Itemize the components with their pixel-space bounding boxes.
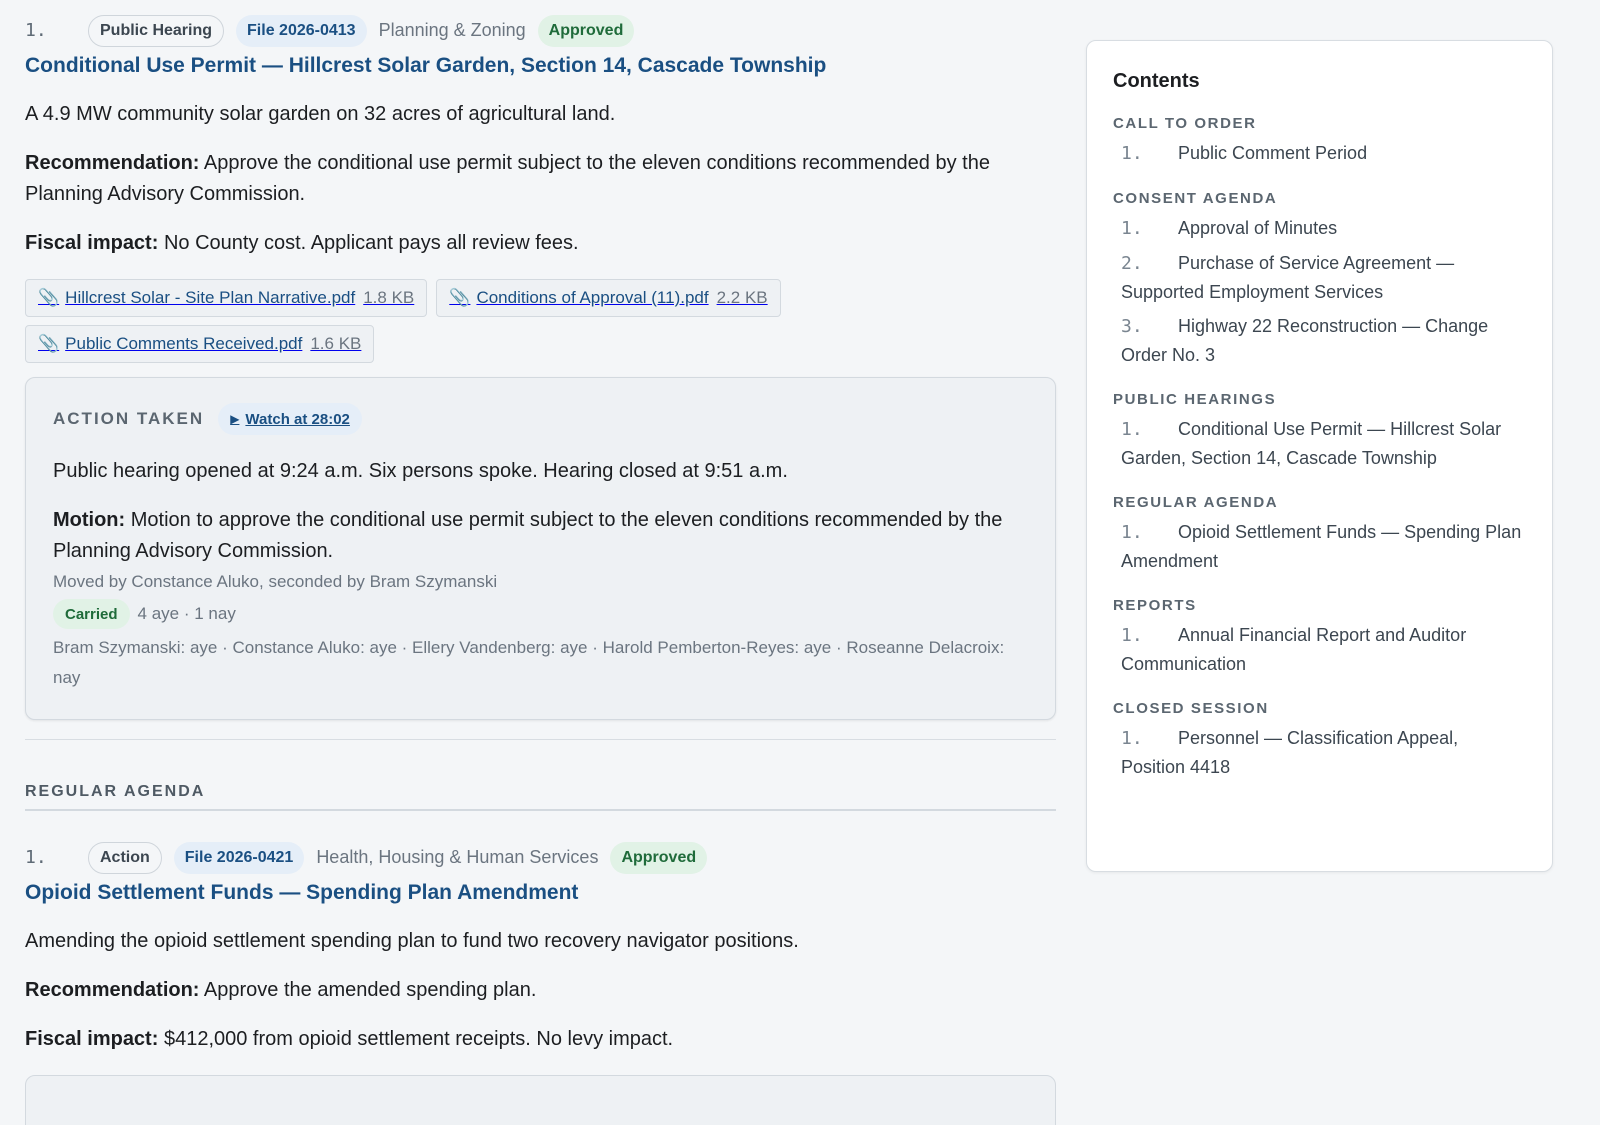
toc-entry-number: 2. bbox=[1121, 253, 1143, 274]
agenda-item: 1. Action File 2026-0421 Health, Housing… bbox=[25, 841, 1056, 1125]
toc-list: 1. Annual Financial Report and Auditor Co… bbox=[1113, 621, 1526, 678]
toc-section-heading: CLOSED SESSION bbox=[1113, 700, 1269, 717]
toc-section-heading: REGULAR AGENDA bbox=[1113, 494, 1279, 511]
toc-list: 1. Personnel — Classification Appeal, Pos… bbox=[1113, 724, 1526, 781]
motion-label: Motion: bbox=[53, 509, 126, 531]
recommendation-text: Approve the amended spending plan. bbox=[203, 979, 537, 1001]
toc-entry[interactable]: 2. Purchase of Service Agreement — Suppor… bbox=[1113, 249, 1526, 306]
attachments-list: 📎 Hillcrest Solar - Site Plan Narrative.… bbox=[25, 279, 825, 363]
fiscal-text: $412,000 from opioid settlement receipts… bbox=[163, 1028, 674, 1050]
toc-list: 1. Approval of Minutes 2. Purchase of Serv… bbox=[1113, 214, 1526, 369]
agenda-item: 1. Public Hearing File 2026-0413 Plannin… bbox=[25, 14, 1056, 720]
attachment-link[interactable]: 📎 Public Comments Received.pdf 1.6 KB bbox=[25, 325, 375, 363]
action-taken-panel: ACTION TAKEN ▶ Watch at 28:02 Public hea… bbox=[25, 377, 1056, 720]
toc-entry[interactable]: 3. Highway 22 Reconstruction — Change Ord… bbox=[1113, 312, 1526, 369]
item-recommendation: Recommendation: Approve the amended spen… bbox=[25, 975, 1056, 1006]
toc-entry[interactable]: 1. Public Comment Period bbox=[1113, 139, 1526, 168]
item-summary: A 4.9 MW community solar garden on 32 ac… bbox=[25, 103, 616, 125]
status-badge: Approved bbox=[537, 14, 635, 47]
toc-entry-text: Public Comment Period bbox=[1178, 143, 1368, 163]
item-summary: Amending the opioid settlement spending … bbox=[25, 930, 799, 952]
paperclip-icon: 📎 bbox=[38, 334, 60, 353]
toc-section-heading: REPORTS bbox=[1113, 597, 1197, 614]
contents-panel: Contents CALL TO ORDER 1. Public Comment … bbox=[1086, 40, 1553, 872]
paperclip-icon: 📎 bbox=[38, 288, 60, 307]
toc-entry-text: Approval of Minutes bbox=[1178, 218, 1338, 238]
attachment-name: Conditions of Approval (11).pdf bbox=[476, 288, 709, 307]
toc-list: 1. Opioid Settlement Funds — Spending Pla… bbox=[1113, 518, 1526, 575]
recommendation-label: Recommendation: bbox=[25, 152, 200, 174]
motion-body: Motion to approve the conditional use pe… bbox=[53, 509, 1003, 562]
attachment-link[interactable]: 📎 Conditions of Approval (11).pdf 2.2 KB bbox=[436, 279, 781, 317]
toc-entry[interactable]: 1. Approval of Minutes bbox=[1113, 214, 1526, 243]
recommendation-label: Recommendation: bbox=[25, 979, 200, 1001]
attachment-link[interactable]: 📎 Hillcrest Solar - Site Plan Narrative.… bbox=[25, 279, 428, 317]
item-number: 1. bbox=[25, 20, 47, 41]
item-title-link[interactable]: Opioid Settlement Funds — Spending Plan … bbox=[25, 878, 1056, 908]
roll-call: Bram Szymanski: aye · Constance Aluko: a… bbox=[53, 638, 1005, 687]
action-header: ACTION TAKEN ▶ Watch at 28:02 bbox=[53, 402, 1028, 436]
toc-entry-number: 1. bbox=[1121, 728, 1143, 749]
toc-list: 1. Public Comment Period bbox=[1113, 139, 1526, 168]
action-taken-panel bbox=[25, 1075, 1056, 1125]
action-taken-label: ACTION TAKEN bbox=[53, 409, 205, 428]
department-label: Health, Housing & Human Services bbox=[316, 847, 599, 867]
item-header: 1. Public Hearing File 2026-0413 Plannin… bbox=[25, 14, 1056, 47]
motion-text: Motion: Motion to approve the conditiona… bbox=[53, 505, 1028, 567]
watch-video-button[interactable]: ▶ Watch at 28:02 bbox=[218, 403, 362, 435]
item-header: 1. Action File 2026-0421 Health, Housing… bbox=[25, 841, 1056, 874]
toc-entry[interactable]: 1. Opioid Settlement Funds — Spending Pla… bbox=[1113, 518, 1526, 575]
section-heading: REGULAR AGENDA bbox=[25, 783, 1056, 811]
attachment-size: 2.2 KB bbox=[716, 288, 768, 307]
attachment-name: Public Comments Received.pdf bbox=[65, 334, 303, 353]
toc-entry[interactable]: 1. Annual Financial Report and Auditor Co… bbox=[1113, 621, 1526, 678]
toc-entry-number: 1. bbox=[1121, 625, 1143, 646]
item-number: 1. bbox=[25, 847, 47, 868]
agenda-main: 1. Public Hearing File 2026-0413 Plannin… bbox=[25, 14, 1056, 1125]
toc-entry-number: 1. bbox=[1121, 218, 1143, 239]
toc-section-heading: CALL TO ORDER bbox=[1113, 115, 1257, 132]
toc-list: 1. Conditional Use Permit — Hillcrest Sol… bbox=[1113, 415, 1526, 472]
file-number-badge: File 2026-0413 bbox=[236, 14, 367, 47]
watch-label: Watch at 28:02 bbox=[245, 410, 350, 428]
attachment-size: 1.8 KB bbox=[363, 288, 415, 307]
item-type-badge: Action bbox=[88, 841, 162, 874]
paperclip-icon: 📎 bbox=[449, 288, 471, 307]
result-badge: Carried bbox=[53, 599, 130, 629]
department-label: Planning & Zoning bbox=[378, 20, 526, 40]
contents-title: Contents bbox=[1113, 70, 1200, 92]
toc-entry-number: 1. bbox=[1121, 522, 1143, 543]
fiscal-label: Fiscal impact: bbox=[25, 1028, 159, 1050]
item-fiscal-impact: Fiscal impact: No County cost. Applicant… bbox=[25, 228, 1056, 259]
action-note: Public hearing opened at 9:24 a.m. Six p… bbox=[53, 460, 788, 482]
fiscal-text: No County cost. Applicant pays all revie… bbox=[163, 232, 579, 254]
item-fiscal-impact: Fiscal impact: $412,000 from opioid sett… bbox=[25, 1024, 1056, 1055]
attachment-name: Hillcrest Solar - Site Plan Narrative.pd… bbox=[65, 288, 356, 307]
attachment-size: 1.6 KB bbox=[310, 334, 362, 353]
toc-entry-number: 1. bbox=[1121, 143, 1143, 164]
toc-section-heading: CONSENT AGENDA bbox=[1113, 190, 1278, 207]
play-icon: ▶ bbox=[230, 412, 240, 426]
file-number-badge: File 2026-0421 bbox=[173, 841, 305, 874]
toc-entry[interactable]: 1. Conditional Use Permit — Hillcrest Sol… bbox=[1113, 415, 1526, 472]
item-recommendation: Recommendation: Approve the conditional … bbox=[25, 148, 1056, 210]
toc-entry-text: Conditional Use Permit — Hillcrest Solar… bbox=[1121, 419, 1502, 468]
toc-entry[interactable]: 1. Personnel — Classification Appeal, Pos… bbox=[1113, 724, 1526, 781]
toc-entry-number: 1. bbox=[1121, 419, 1143, 440]
status-badge: Approved bbox=[610, 841, 708, 874]
section-divider bbox=[25, 739, 1056, 740]
toc-entry-text: Opioid Settlement Funds — Spending Plan … bbox=[1121, 522, 1522, 571]
item-type-badge: Public Hearing bbox=[88, 14, 225, 47]
item-title-link[interactable]: Conditional Use Permit — Hillcrest Solar… bbox=[25, 51, 1056, 81]
moved-by: Moved by Constance Aluko, seconded by Br… bbox=[53, 572, 498, 591]
vote-result: Carried 4 aye · 1 nay bbox=[53, 599, 1028, 629]
toc-section-heading: PUBLIC HEARINGS bbox=[1113, 391, 1277, 408]
fiscal-label: Fiscal impact: bbox=[25, 232, 159, 254]
vote-tally: 4 aye · 1 nay bbox=[137, 604, 236, 623]
toc-entry-number: 3. bbox=[1121, 316, 1143, 337]
